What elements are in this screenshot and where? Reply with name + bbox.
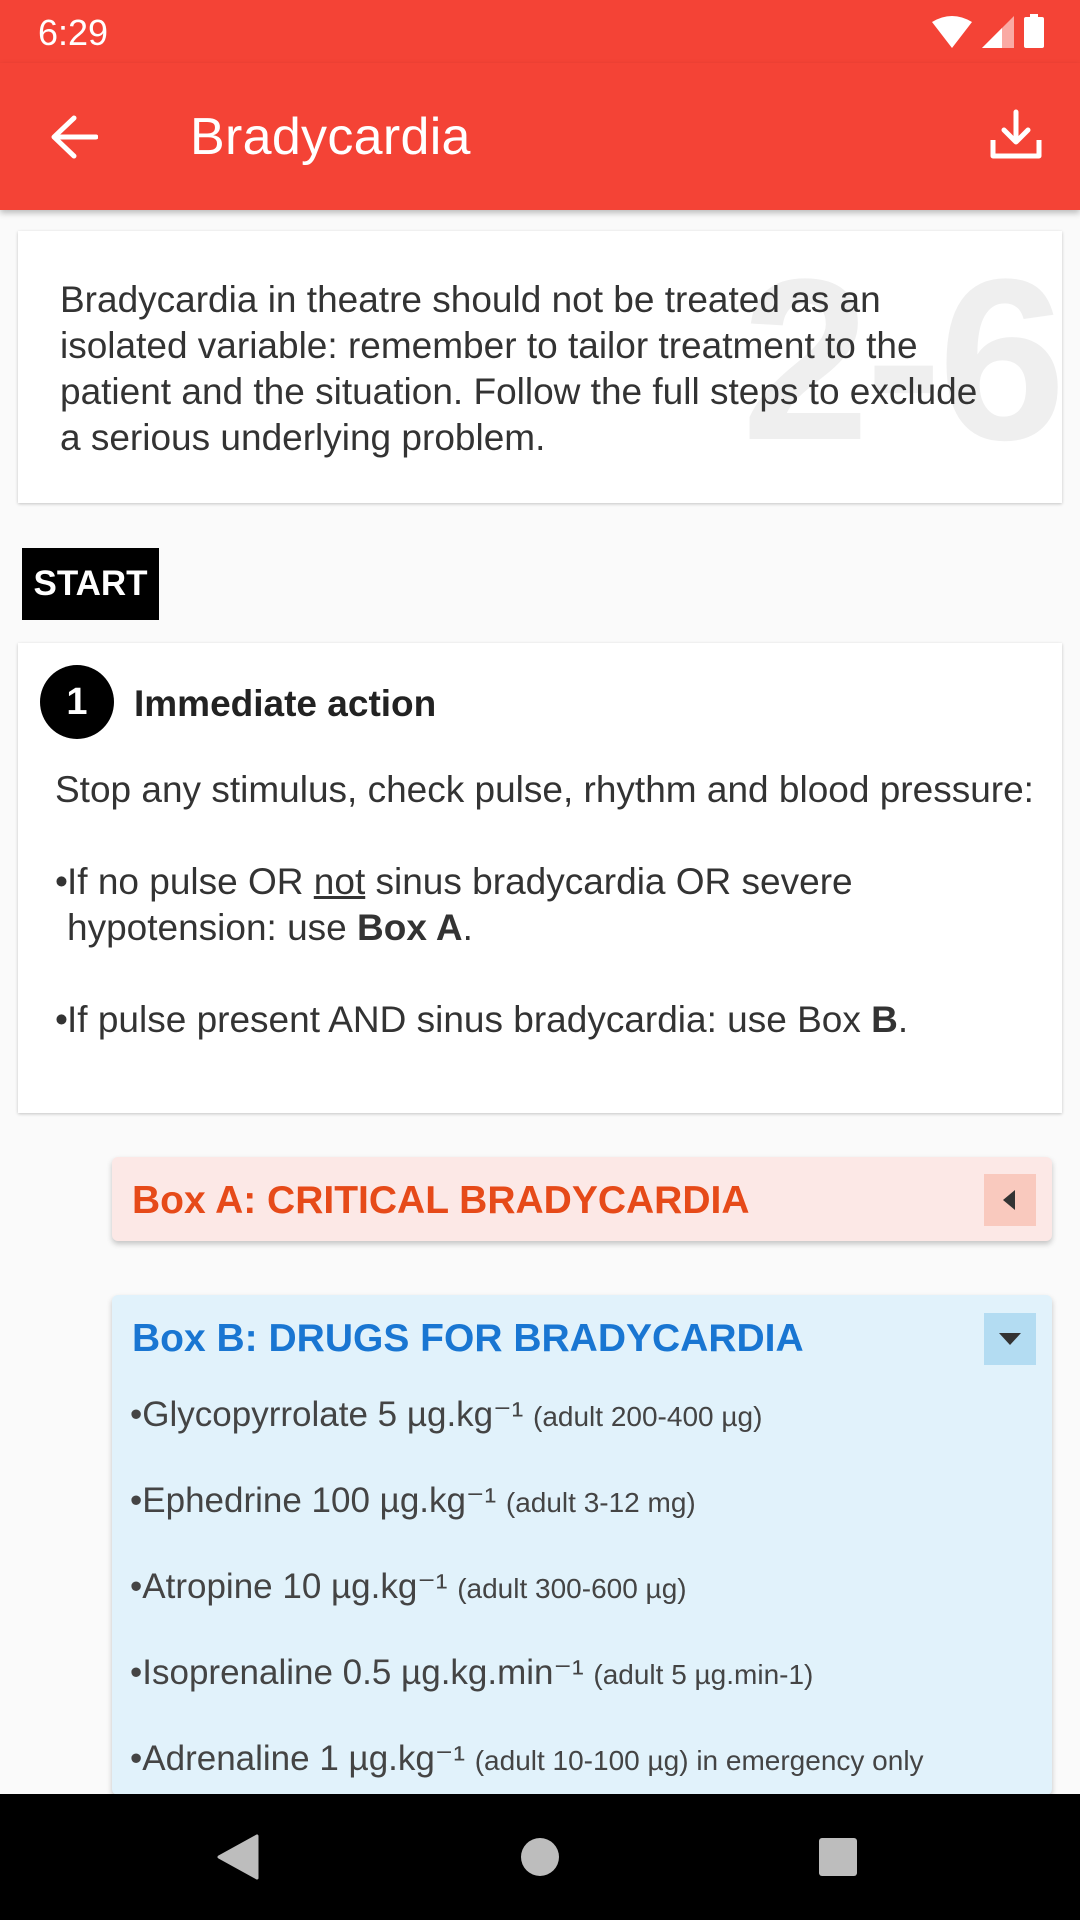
arrow-back-icon — [51, 115, 98, 159]
square-recents-icon — [819, 1838, 857, 1876]
nav-back-button[interactable] — [208, 1827, 268, 1887]
intro-text: Bradycardia in theatre should not be tre… — [60, 279, 978, 458]
box-a-panel[interactable]: Box A: CRITICAL BRADYCARDIA — [112, 1157, 1052, 1241]
status-bar: 6:29 — [0, 0, 1080, 63]
status-time: 6:29 — [38, 12, 109, 53]
step-title: Immediate action — [134, 683, 437, 724]
step-number: 1 — [40, 665, 114, 739]
box-b-ref: B — [871, 999, 898, 1040]
drug-list: •Glycopyrrolate 5 µg.kg⁻¹ (adult 200-400… — [130, 1395, 1040, 1795]
step-bullet-1: • If no pulse OR not sinus bradycardia O… — [55, 861, 853, 948]
drug-item: •Isoprenaline 0.5 µg.kg.min⁻¹ (adult 5 µ… — [130, 1653, 814, 1692]
step-card: 1 Immediate action Stop any stimulus, ch… — [18, 643, 1062, 1113]
box-b-collapse-button[interactable] — [984, 1313, 1036, 1365]
navigation-bar — [0, 1794, 1080, 1920]
app-bar: Bradycardia — [0, 63, 1080, 210]
step-body: Stop any stimulus, check pulse, rhythm a… — [55, 767, 1045, 1043]
underlined-not: not — [313, 861, 366, 902]
start-badge: START — [22, 548, 159, 620]
nav-recents-button[interactable] — [808, 1827, 868, 1887]
download-icon — [990, 109, 1042, 159]
box-b-title: Box B: DRUGS FOR BRADYCARDIA — [132, 1317, 804, 1360]
triangle-back-icon — [217, 1834, 259, 1880]
nav-home-button[interactable] — [510, 1827, 570, 1887]
box-a-expand-button[interactable] — [984, 1174, 1036, 1226]
intro-card: 2-6 Bradycardia in theatre should not be… — [18, 231, 1062, 503]
drug-item: •Ephedrine 100 µg.kg⁻¹ (adult 3-12 mg) — [130, 1481, 696, 1520]
caret-down-icon — [999, 1333, 1021, 1345]
box-b-panel[interactable]: Box B: DRUGS FOR BRADYCARDIA •Glycopyrro… — [112, 1295, 1052, 1795]
drug-item: •Glycopyrrolate 5 µg.kg⁻¹ (adult 200-400… — [130, 1395, 763, 1434]
caret-left-icon — [1003, 1190, 1015, 1210]
box-a-title: Box A: CRITICAL BRADYCARDIA — [132, 1179, 750, 1222]
back-button[interactable] — [36, 99, 112, 175]
step-intro: Stop any stimulus, check pulse, rhythm a… — [55, 769, 1034, 810]
battery-icon — [1024, 14, 1044, 48]
signal-icon — [982, 16, 1014, 48]
status-icons — [932, 14, 1044, 48]
download-button[interactable] — [976, 95, 1056, 175]
page-title: Bradycardia — [190, 108, 471, 166]
drug-item: •Adrenaline 1 µg.kg⁻¹ (adult 10-100 µg) … — [130, 1739, 924, 1778]
drug-item: •Atropine 10 µg.kg⁻¹ (adult 300-600 µg) — [130, 1567, 687, 1606]
step-bullet-2: • If pulse present AND sinus bradycardia… — [55, 999, 909, 1040]
circle-home-icon — [521, 1838, 559, 1876]
wifi-icon — [932, 16, 972, 48]
box-a-ref: Box A — [357, 907, 463, 948]
